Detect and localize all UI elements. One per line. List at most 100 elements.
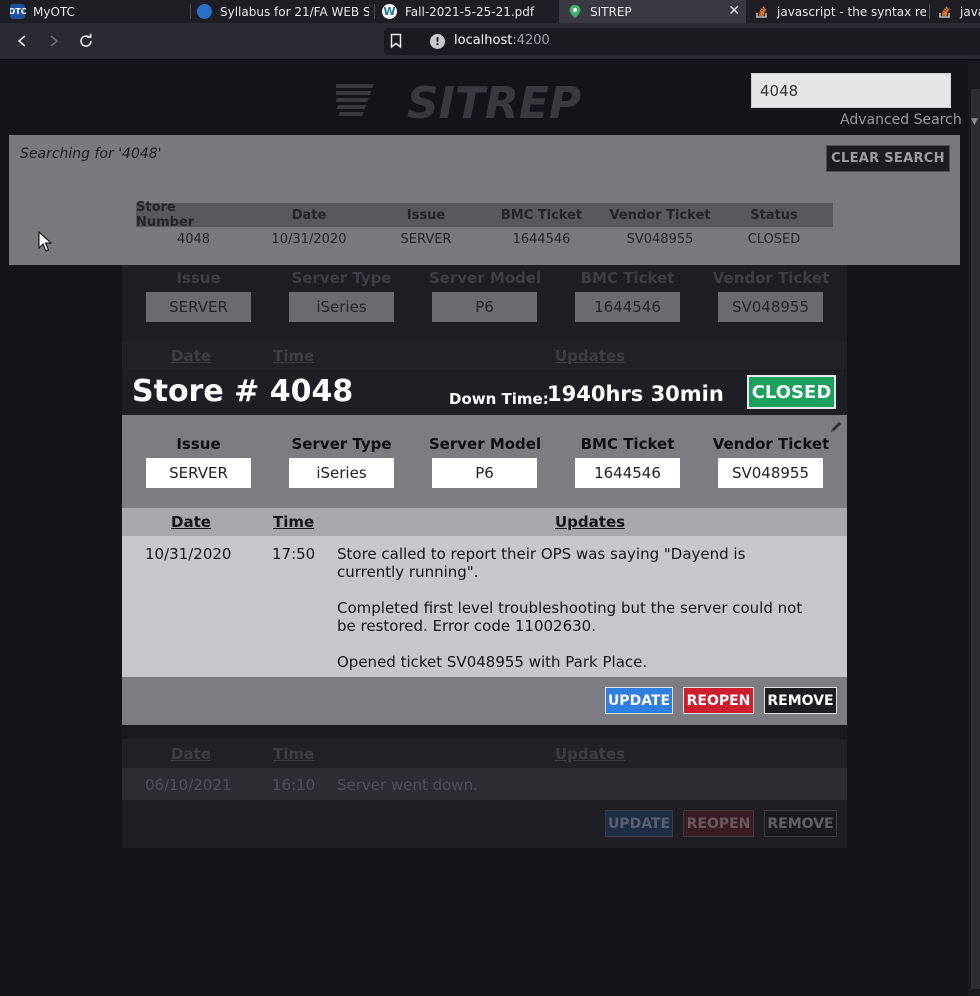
updates-header: Date Time Updates: [122, 508, 847, 536]
advanced-search-link[interactable]: Advanced Search: [840, 112, 962, 128]
reopen-button[interactable]: REOPEN: [683, 687, 754, 714]
vendor-ticket-label: Vendor Ticket: [712, 435, 830, 453]
tab-syllabus[interactable]: Syllabus for 21/FA WEB SITE: [197, 0, 369, 23]
browser-tab-bar: OTC MyOTC Syllabus for 21/FA WEB SITE W …: [0, 0, 980, 23]
update-date: 10/31/2020: [145, 545, 232, 563]
update-paragraph: Opened ticket SV048955 with Park Place.: [337, 653, 648, 671]
bookmark-icon[interactable]: [390, 33, 402, 49]
updates-header: Updates: [555, 745, 626, 763]
lower-update-entry: 06/10/2021 16:10 Server went down.: [122, 768, 847, 800]
update-time: 16:10: [272, 776, 316, 794]
table-row[interactable]: 4048 10/31/2020 SERVER 1644546 SV048955 …: [136, 227, 833, 251]
store-title: Store # 4048: [132, 374, 354, 409]
scroll-arrow-icon[interactable]: ▼: [971, 117, 978, 127]
syllabus-icon: [197, 4, 212, 19]
bmc-ticket-field: 1644546: [575, 292, 680, 322]
remove-button[interactable]: REMOVE: [764, 687, 837, 714]
issue-cell: SERVER: [400, 231, 452, 247]
status-badge: CLOSED: [747, 375, 836, 409]
background-ticket-card: Issue Server Type Server Model BMC Ticke…: [122, 265, 847, 341]
vendor-ticket-field: SV048955: [718, 292, 823, 322]
lower-updates-header: Date Time Updates: [122, 739, 847, 768]
updates-header: Updates: [555, 513, 626, 531]
date-header: Date: [171, 745, 211, 763]
sitrep-logo: SITREP: [332, 78, 628, 129]
issue-field: SERVER: [146, 292, 251, 322]
bmc-ticket-label: BMC Ticket: [580, 269, 675, 287]
searching-text: Searching for '4048': [20, 146, 162, 162]
vendor-ticket-field: SV048955: [718, 458, 823, 488]
server-type-label: Server Type: [291, 435, 392, 453]
browser-toolbar: ! localhost:4200: [0, 23, 980, 60]
reload-icon[interactable]: [76, 31, 96, 51]
update-text: Server went down.: [337, 776, 478, 794]
status-cell: CLOSED: [747, 231, 801, 247]
update-paragraph: Completed first level troubleshooting bu…: [337, 599, 803, 635]
tab-label: Fall-2021-5-25-21.pdf: [405, 4, 535, 19]
stackoverflow-icon: [937, 4, 952, 19]
issue-field: SERVER: [146, 458, 251, 488]
bmc-ticket-cell: 1644546: [512, 231, 571, 247]
server-model-field: P6: [432, 458, 537, 488]
bmc-ticket-label: BMC Ticket: [580, 435, 675, 453]
bmc-ticket-field: 1644546: [575, 458, 680, 488]
update-button[interactable]: UPDATE: [605, 687, 673, 714]
info-icon[interactable]: !: [430, 34, 445, 49]
tab-label: MyOTC: [33, 4, 75, 19]
column-header: Vendor Ticket: [609, 207, 711, 223]
mouse-cursor-icon: [38, 230, 53, 253]
url-text: localhost:4200: [454, 33, 550, 48]
time-header: Time: [273, 513, 315, 531]
tab-sitrep[interactable]: SITREP ✕: [559, 0, 746, 23]
vendor-ticket-label: Vendor Ticket: [712, 269, 830, 287]
url-port: :4200: [512, 33, 550, 48]
clear-search-button[interactable]: CLEAR SEARCH: [826, 145, 950, 172]
search-results-panel: Searching for '4048' CLEAR SEARCH Store …: [9, 135, 960, 265]
store-number-cell: 4048: [176, 231, 211, 247]
vendor-ticket-cell: SV048955: [626, 231, 694, 247]
url-host: localhost: [454, 33, 513, 48]
lower-card-actions: UPDATE REOPEN REMOVE: [122, 800, 847, 848]
update-paragraph: Store called to report their OPS was say…: [337, 545, 746, 581]
store-card-fields: Issue Server Type Server Model BMC Ticke…: [122, 415, 847, 508]
column-header: Store Number: [136, 200, 195, 230]
wordpress-icon: W: [382, 4, 397, 19]
date-cell: 10/31/2020: [271, 231, 347, 247]
server-model-label: Server Model: [428, 269, 542, 287]
updates-header: Updates: [555, 347, 626, 365]
page-scrollbar-thumb[interactable]: [971, 89, 980, 989]
date-header: Date: [171, 347, 211, 365]
card-gap: [122, 725, 847, 739]
close-icon[interactable]: ✕: [728, 3, 740, 19]
update-button[interactable]: UPDATE: [605, 810, 673, 837]
tab-java[interactable]: java: [937, 0, 980, 23]
tab-javascript[interactable]: javascript - the syntax requir: [754, 0, 926, 23]
results-table-header: Store Number Date Issue BMC Ticket Vendo…: [136, 200, 833, 230]
tab-label: java: [960, 4, 980, 19]
tab-label: SITREP: [590, 4, 632, 19]
date-header: Date: [171, 513, 211, 531]
tab-pdf[interactable]: W Fall-2021-5-25-21.pdf: [382, 0, 558, 23]
search-input[interactable]: [751, 73, 951, 108]
time-header: Time: [273, 745, 315, 763]
otc-icon: OTC: [10, 4, 27, 19]
tab-label: javascript - the syntax requir: [777, 4, 926, 19]
server-model-label: Server Model: [428, 435, 542, 453]
pencil-icon[interactable]: [829, 419, 843, 433]
reopen-button[interactable]: REOPEN: [683, 810, 754, 837]
back-icon[interactable]: [12, 31, 32, 51]
issue-label: Issue: [176, 269, 221, 287]
update-text: Store called to report their OPS was say…: [337, 545, 807, 689]
tab-myotc[interactable]: OTC MyOTC: [10, 0, 188, 23]
forward-icon[interactable]: [44, 31, 64, 51]
remove-button[interactable]: REMOVE: [764, 810, 837, 837]
logo-text: SITREP: [407, 78, 581, 124]
update-date: 06/10/2021: [145, 776, 232, 794]
downtime-value: 1940hrs 30min: [547, 382, 724, 406]
server-type-field: iSeries: [289, 292, 394, 322]
server-model-field: P6: [432, 292, 537, 322]
server-type-field: iSeries: [289, 458, 394, 488]
server-type-label: Server Type: [291, 269, 392, 287]
column-header: Date: [291, 207, 327, 223]
issue-label: Issue: [176, 435, 221, 453]
